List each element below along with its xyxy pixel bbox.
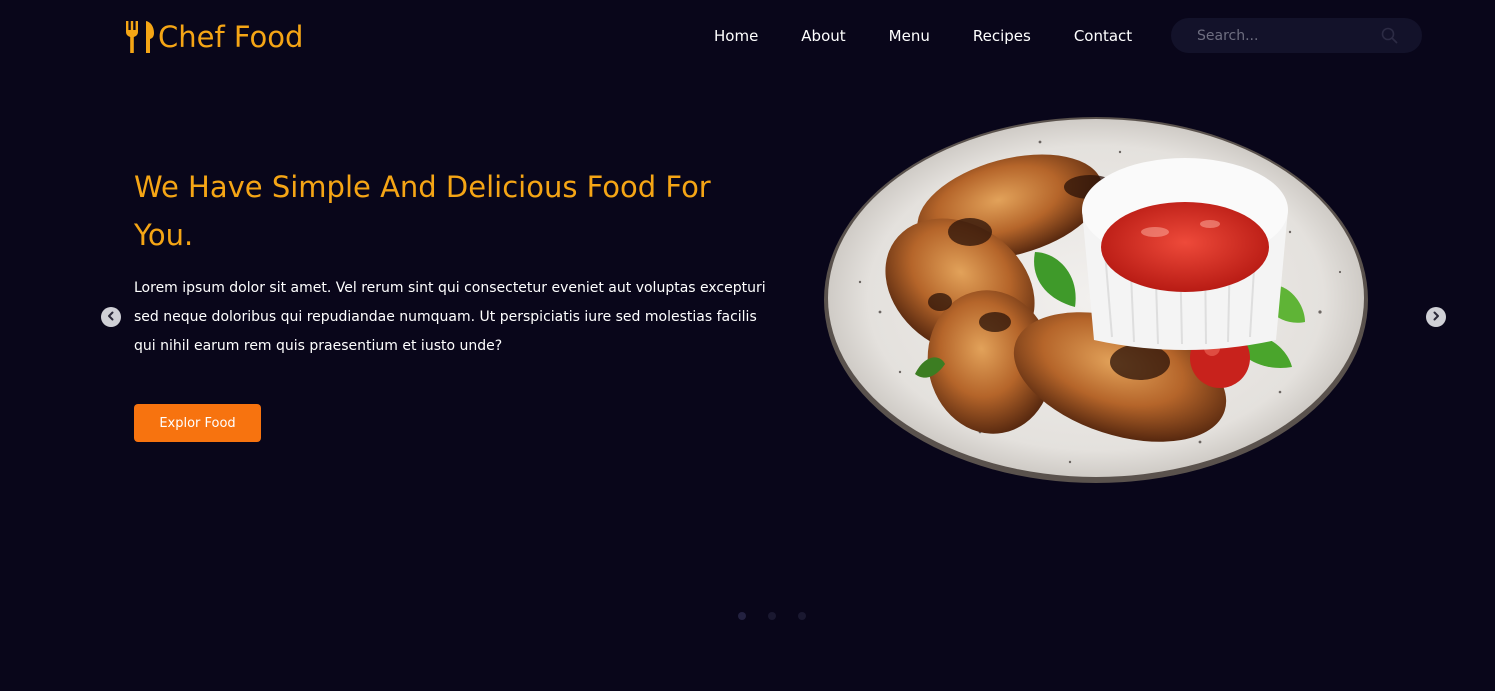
nav-item-recipes[interactable]: Recipes [973,24,1031,48]
chevron-left-icon [106,308,116,326]
explore-food-button[interactable]: Explor Food [134,404,261,442]
carousel-indicators [738,612,806,620]
carousel-next-button[interactable] [1426,307,1446,327]
search-icon[interactable] [1381,27,1398,49]
brand-name: Chef Food [158,20,304,54]
search-box [1171,18,1422,53]
fork-knife-icon [124,19,156,55]
search-input[interactable] [1197,20,1377,51]
nav-item-contact[interactable]: Contact [1074,24,1132,48]
brand-logo[interactable]: Chef Food [124,17,303,57]
chevron-right-icon [1431,308,1441,326]
carousel-dot-1[interactable] [738,612,746,620]
main-nav: Home About Menu Recipes Contact [714,24,1175,48]
carousel-dot-3[interactable] [798,612,806,620]
landing-page: Chef Food Home About Menu Recipes Contac… [0,0,1495,691]
hero-description: Lorem ipsum dolor sit amet. Vel rerum si… [134,280,766,354]
carousel-dot-2[interactable] [768,612,776,620]
carousel-prev-button[interactable] [101,307,121,327]
hero-title: We Have Simple And Delicious Food For Yo… [134,170,711,252]
hero-food-image [820,112,1376,490]
nav-item-menu[interactable]: Menu [889,24,930,48]
nav-item-about[interactable]: About [801,24,845,48]
nav-item-home[interactable]: Home [714,24,758,48]
